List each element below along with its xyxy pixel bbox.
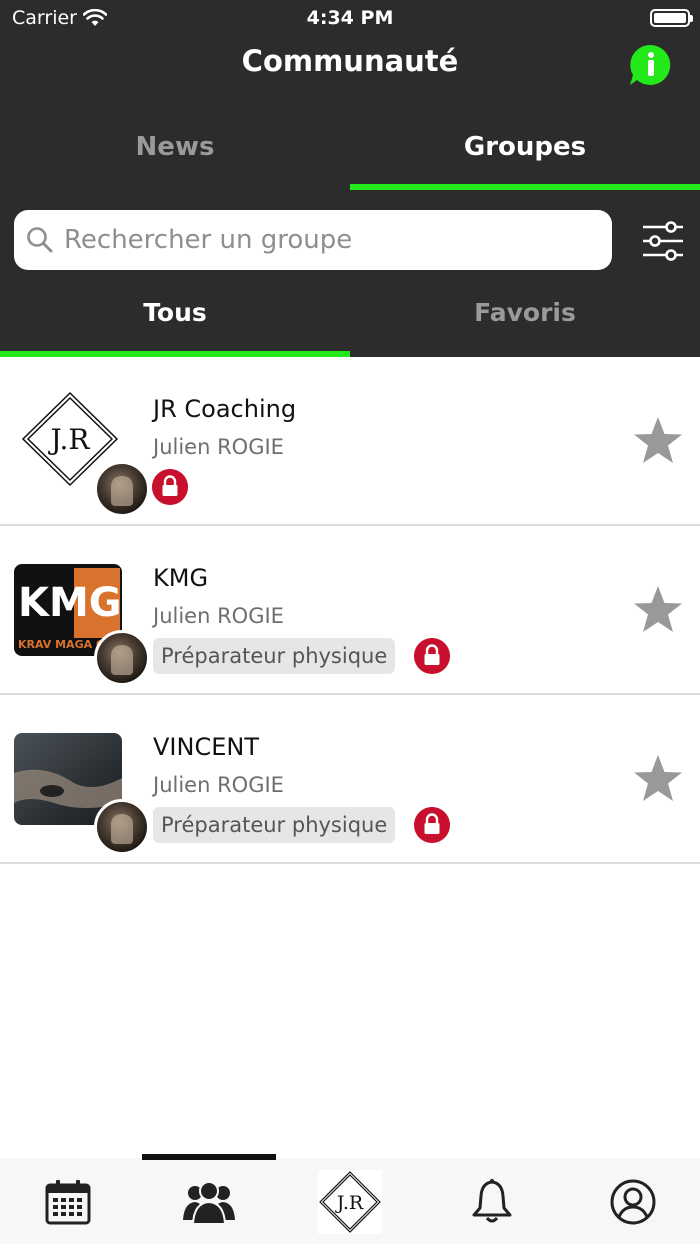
tab-news[interactable]: News [0, 112, 350, 190]
group-name: VINCENT [153, 733, 259, 761]
avatar [94, 461, 150, 517]
community-icon[interactable] [182, 1178, 236, 1226]
avatar [94, 630, 150, 686]
bell-icon[interactable] [468, 1178, 516, 1226]
profile-icon[interactable] [609, 1178, 657, 1226]
sub-tabs: Tous Favoris [0, 282, 700, 357]
tab-groupes-label: Groupes [463, 132, 587, 162]
tab-groupes[interactable]: Groupes [350, 112, 700, 190]
sliders-icon[interactable] [641, 220, 685, 262]
group-list: J.R JR Coaching Julien ROGIE KMG KRAV MA… [0, 357, 700, 864]
tab-active-indicator [350, 184, 700, 190]
search-icon [27, 227, 53, 253]
group-owner: Julien ROGIE [153, 604, 284, 628]
tab-news-label: News [135, 132, 215, 162]
page-title: Communauté [241, 44, 459, 78]
search-row: Rechercher un groupe [0, 205, 700, 277]
list-item[interactable]: J.R JR Coaching Julien ROGIE [0, 357, 700, 526]
lock-icon [152, 469, 188, 505]
group-owner: Julien ROGIE [153, 773, 284, 797]
jr-logo-text: J.R [47, 423, 90, 456]
battery-icon [650, 9, 693, 27]
lock-icon [414, 807, 450, 843]
tab-favoris[interactable]: Favoris [350, 282, 700, 357]
group-name: JR Coaching [153, 395, 297, 423]
group-tag: Préparateur physique [153, 807, 396, 843]
list-item[interactable]: VINCENT Julien ROGIE Préparateur physiqu… [0, 695, 700, 864]
jr-logo-tab-text: J.R [335, 1192, 364, 1214]
favorite-star-icon[interactable] [632, 585, 684, 635]
tabbar-active-indicator [142, 1154, 276, 1160]
info-bubble-icon[interactable] [628, 43, 672, 87]
tab-tous-label: Tous [143, 298, 207, 327]
calendar-icon[interactable] [44, 1178, 92, 1226]
favorite-star-icon[interactable] [632, 754, 684, 804]
status-bar: Carrier 4:34 PM [0, 0, 700, 36]
tab-tous[interactable]: Tous [0, 282, 350, 357]
favorite-star-icon[interactable] [632, 416, 684, 466]
avatar [94, 799, 150, 855]
tab-favoris-label: Favoris [474, 298, 576, 327]
status-time: 4:34 PM [306, 7, 394, 29]
group-owner: Julien ROGIE [153, 435, 284, 459]
group-tag: Préparateur physique [153, 638, 396, 674]
jr-logo-tab[interactable]: J.R [318, 1170, 382, 1234]
search-placeholder: Rechercher un groupe [64, 225, 353, 255]
kmg-logo-text: KMG [18, 580, 122, 626]
bottom-tab-bar: J.R [0, 1154, 700, 1244]
list-item[interactable]: KMG KRAV MAGA GLO KMG Julien ROGIE Prépa… [0, 526, 700, 695]
group-name: KMG [153, 564, 209, 592]
top-tabs: News Groupes [0, 112, 700, 190]
search-input[interactable]: Rechercher un groupe [14, 210, 612, 270]
lock-icon [414, 638, 450, 674]
